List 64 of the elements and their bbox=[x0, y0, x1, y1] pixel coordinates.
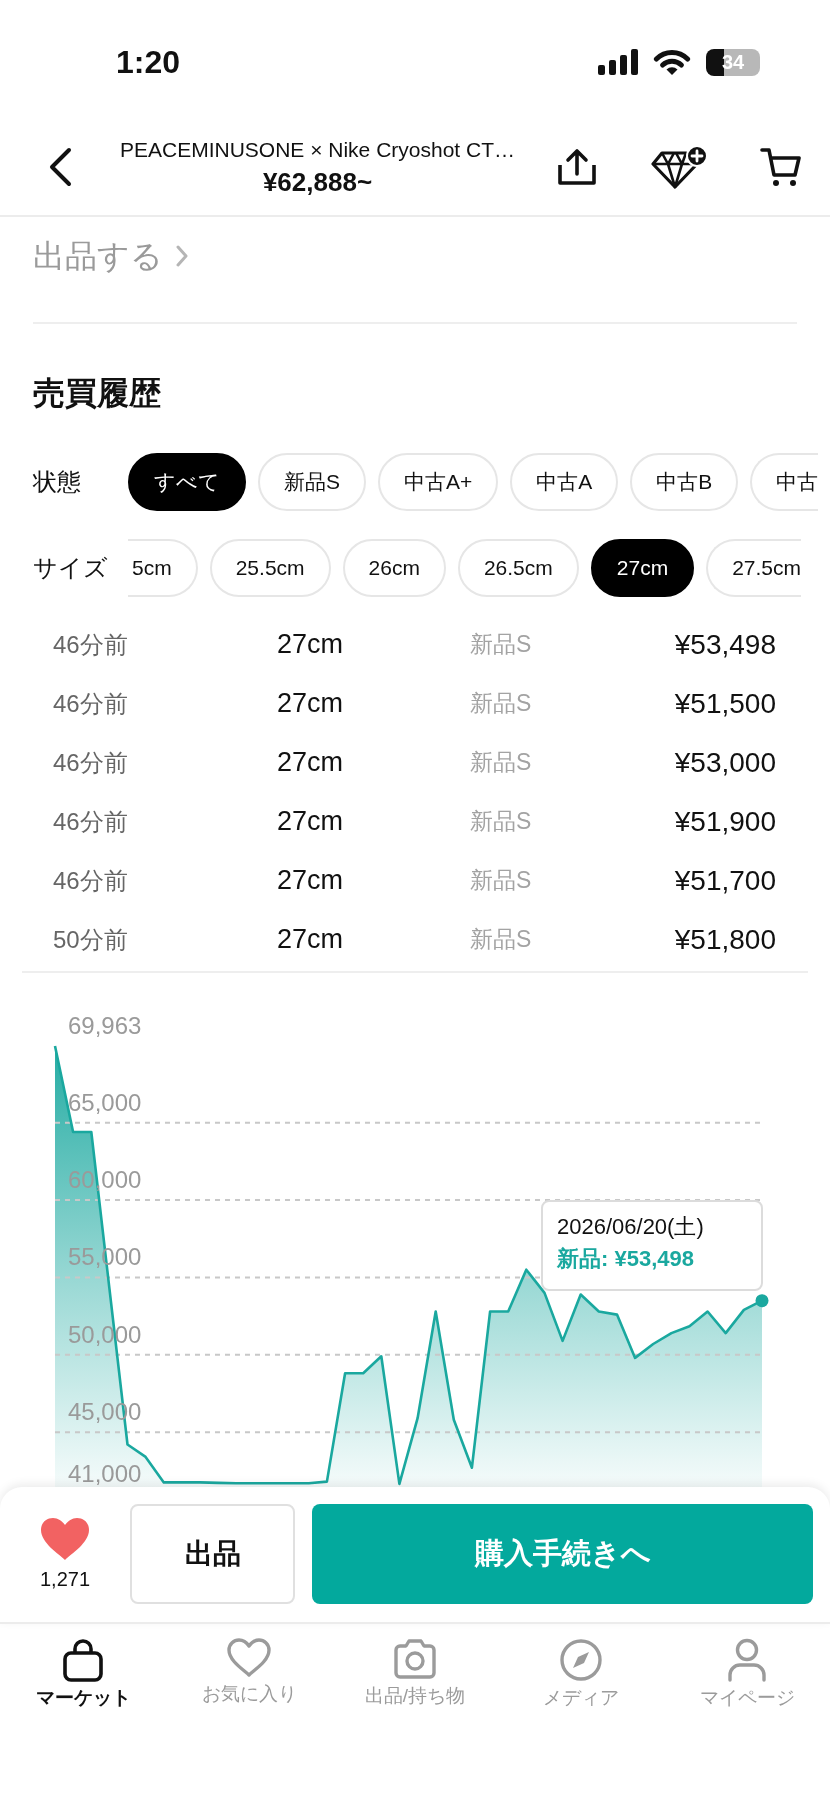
size-cell-text: 27cm bbox=[277, 747, 345, 778]
condition-cell-text: 新品S bbox=[470, 689, 533, 718]
size-cell-text: 27cm bbox=[277, 806, 345, 837]
filter-chip[interactable]: すべて bbox=[128, 453, 246, 511]
price-cell: ¥51,700 bbox=[674, 864, 776, 897]
size-cell-text: 27cm bbox=[277, 629, 345, 660]
price-cell: ¥53,000 bbox=[674, 746, 776, 779]
compass-icon bbox=[559, 1638, 603, 1682]
chevron-left-icon bbox=[48, 146, 72, 187]
heart-icon bbox=[41, 1517, 89, 1560]
filter-chip[interactable]: 26.5cm bbox=[457, 539, 579, 597]
filter-chip[interactable]: 5cm bbox=[128, 539, 198, 597]
price-cell: ¥53,498 bbox=[674, 628, 776, 661]
y-axis-label: 69,963 bbox=[68, 1012, 142, 1039]
time-cell-text: 46分前 bbox=[53, 747, 129, 778]
condition-cell-text: 新品S bbox=[470, 807, 533, 836]
condition-cell-text: 新品S bbox=[470, 866, 533, 895]
shopping-bag-icon bbox=[61, 1638, 105, 1682]
filter-chip[interactable]: 25.5cm bbox=[209, 539, 331, 597]
condition-cell-text: 新品S bbox=[470, 925, 533, 954]
price-cell: ¥51,900 bbox=[674, 805, 776, 838]
cart-icon bbox=[760, 146, 802, 187]
y-axis-label: 41,000 bbox=[68, 1460, 142, 1487]
product-title: PEACEMINUSONE × Nike Cryoshot CT… bbox=[120, 136, 515, 163]
condition-cell-text: 新品S bbox=[470, 630, 533, 659]
time-cell-text: 46分前 bbox=[53, 865, 129, 896]
filter-chip[interactable]: 中古B bbox=[630, 453, 739, 511]
share-icon bbox=[557, 147, 597, 186]
filter-chip[interactable]: 27.5cm bbox=[706, 539, 802, 597]
wifi-icon bbox=[653, 48, 691, 76]
like-button[interactable]: 1,271 bbox=[30, 1504, 100, 1604]
filter-chip[interactable]: 新品S bbox=[258, 453, 366, 511]
sell-button[interactable]: 出品 bbox=[130, 1504, 295, 1604]
time-cell-text: 46分前 bbox=[53, 806, 129, 837]
time-cell-text: 50分前 bbox=[53, 924, 129, 955]
chevron-right-icon bbox=[175, 244, 189, 268]
filter-label: 状態 bbox=[33, 467, 82, 497]
tooltip-price: 新品: ¥53,498 bbox=[557, 1246, 695, 1272]
product-price: ¥62,888~ bbox=[262, 166, 373, 197]
filter-chip[interactable]: 中古A bbox=[510, 453, 619, 511]
filter-chip[interactable]: 中古A+ bbox=[378, 453, 499, 511]
tooltip-date: 2026/06/20(土) bbox=[557, 1214, 705, 1240]
time-cell-text: 46分前 bbox=[53, 629, 129, 660]
status-time: 1:20 bbox=[116, 43, 181, 81]
person-icon bbox=[727, 1638, 767, 1682]
camera-icon bbox=[392, 1638, 438, 1680]
condition-cell-text: 新品S bbox=[470, 748, 533, 777]
diamond-plus-icon bbox=[650, 144, 708, 189]
section-title: 売買履歴 bbox=[33, 374, 161, 413]
size-cell-text: 27cm bbox=[277, 865, 345, 896]
filter-label: サイズ bbox=[33, 553, 109, 583]
size-cell-text: 27cm bbox=[277, 688, 345, 719]
y-axis-label: 65,000 bbox=[68, 1088, 142, 1116]
price-cell: ¥51,800 bbox=[674, 923, 776, 956]
signal-icon bbox=[598, 49, 638, 75]
filter-chip[interactable]: 27cm bbox=[590, 539, 695, 597]
latest-point-marker bbox=[755, 1294, 769, 1308]
filter-chip[interactable]: 26cm bbox=[342, 539, 446, 597]
size-cell-text: 27cm bbox=[277, 924, 345, 955]
time-cell-text: 46分前 bbox=[53, 688, 129, 719]
tab-item[interactable]: マーケット bbox=[35, 1638, 131, 1710]
filter-chip[interactable]: 中古 bbox=[750, 453, 819, 511]
heart-icon bbox=[227, 1638, 271, 1678]
price-cell: ¥51,500 bbox=[674, 687, 776, 720]
